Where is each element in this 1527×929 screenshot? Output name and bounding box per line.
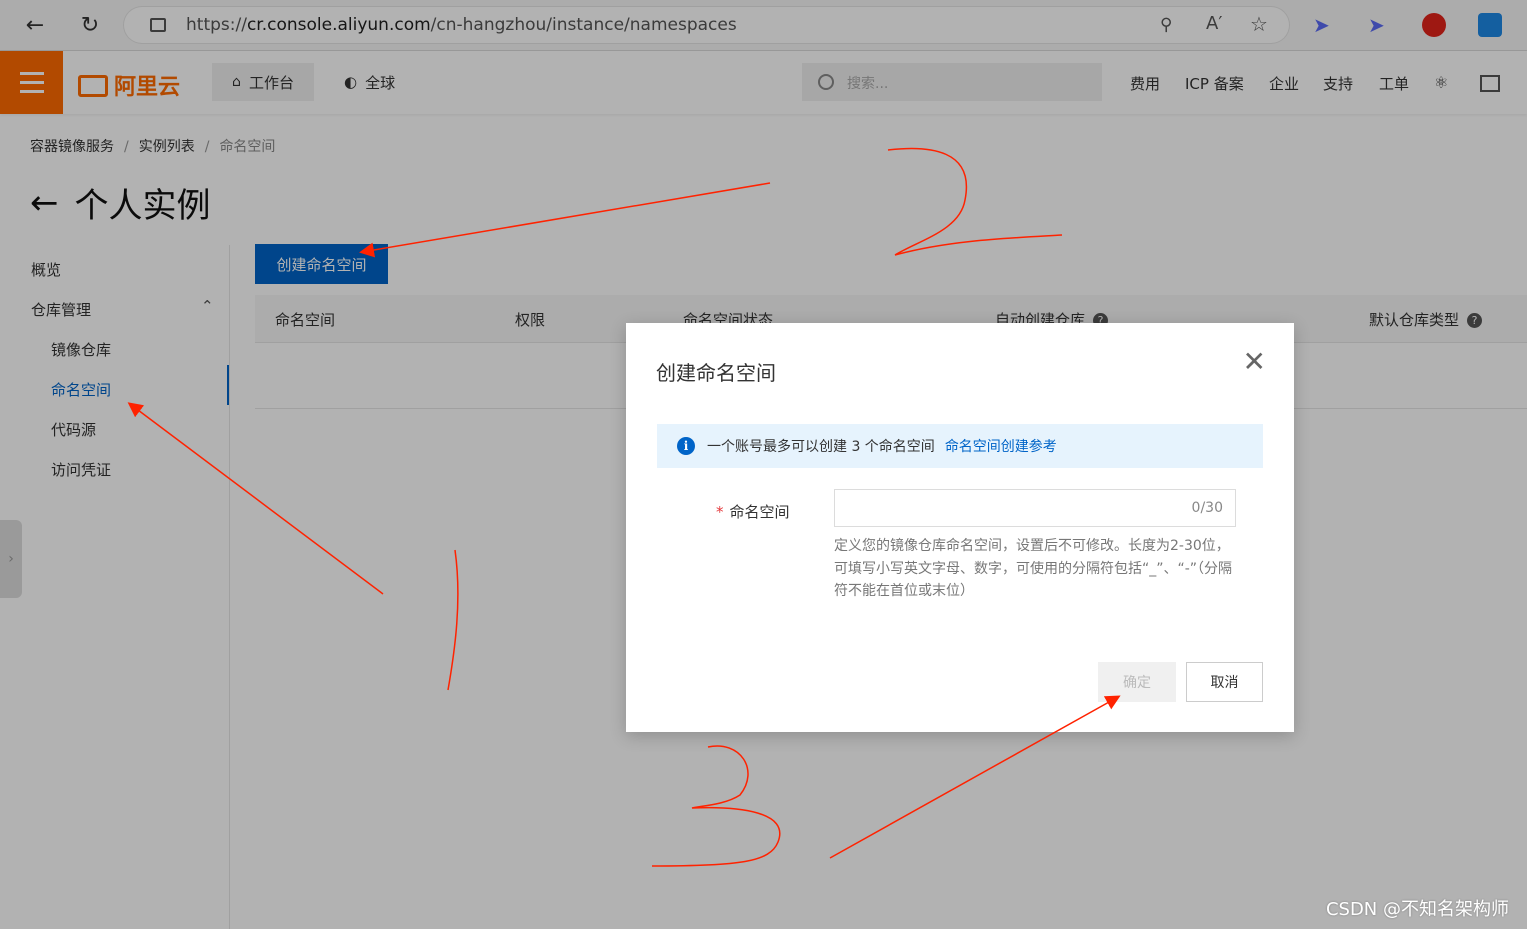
annotation-layer bbox=[127, 147, 1121, 867]
annotation-arrow-2 bbox=[359, 182, 771, 258]
watermark: CSDN @不知名架构师 bbox=[1325, 899, 1509, 920]
annotation-digit-3 bbox=[651, 745, 781, 867]
annotation-digit-1 bbox=[447, 549, 459, 691]
annotation-arrow-1 bbox=[127, 402, 384, 595]
annotation-arrow-3 bbox=[829, 695, 1121, 859]
annotation-digit-2 bbox=[887, 147, 1063, 256]
